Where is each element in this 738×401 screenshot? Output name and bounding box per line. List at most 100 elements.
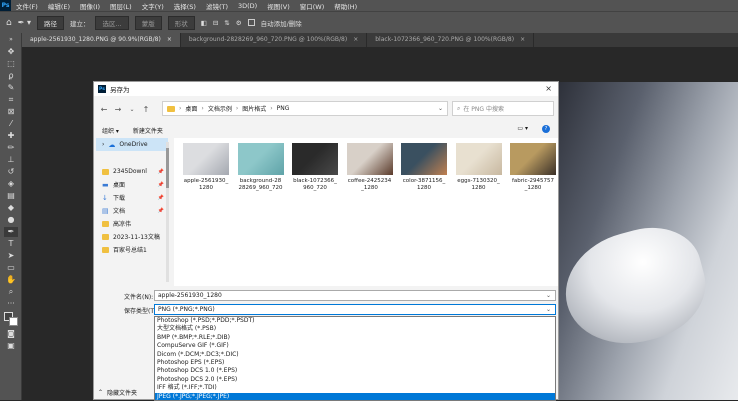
healing-tool-icon[interactable]: ✚ (4, 131, 18, 141)
address-dropdown-icon[interactable]: ⌄ (438, 105, 443, 112)
address-bar[interactable]: › 桌面 › 文档示例 › 图片格式 › PNG ⌄ ↻ (162, 101, 505, 116)
close-icon[interactable]: × (167, 33, 172, 47)
close-icon[interactable]: × (353, 33, 358, 47)
file-item[interactable]: color-3871156_ 1280 (400, 142, 448, 192)
close-icon[interactable]: × (520, 33, 525, 47)
frame-tool-icon[interactable]: ⊠ (4, 107, 18, 117)
eraser-tool-icon[interactable]: ◈ (4, 179, 18, 189)
file-item[interactable]: apple-2561930_ 1280 (182, 142, 230, 192)
path-ops-icon[interactable]: ◧ (201, 19, 207, 27)
tab-apple[interactable]: apple-2561930_1280.PNG @ 90.9%(RGB/8) × (22, 33, 181, 47)
path-select-tool-icon[interactable]: ➤ (4, 251, 18, 261)
file-item[interactable]: fabric-2945757 _1280 (509, 142, 557, 192)
lasso-tool-icon[interactable]: ϼ (4, 71, 18, 81)
breadcrumb-image-formats[interactable]: 图片格式 (242, 104, 266, 113)
path-mode-select[interactable]: 路径 (36, 15, 64, 30)
menu-window[interactable]: 窗口(W) (295, 1, 330, 11)
menu-image[interactable]: 图像(I) (75, 1, 105, 11)
pen-tool-active-icon[interactable]: ✒ (4, 227, 18, 237)
collapse-icon[interactable]: » (4, 35, 18, 45)
back-arrow-icon[interactable]: ← (100, 105, 108, 114)
nav-item[interactable]: 2023-11-13文稿 (96, 230, 168, 243)
type-tool-icon[interactable]: T (4, 239, 18, 249)
nav-scrollbar[interactable] (166, 142, 169, 282)
color-swatches-icon[interactable] (4, 311, 18, 327)
gear-icon[interactable]: ⚙ (236, 19, 242, 27)
help-icon[interactable]: ? (542, 125, 550, 133)
organize-button[interactable]: 组织 ▾ (102, 126, 119, 135)
stamp-tool-icon[interactable]: ⊥ (4, 155, 18, 165)
close-icon[interactable]: × (545, 84, 552, 93)
nav-item[interactable]: 百家号总结1 (96, 243, 168, 256)
menu-help[interactable]: 帮助(H) (329, 1, 362, 11)
eyedropper-tool-icon[interactable]: ⁄ (4, 119, 18, 129)
quick-mask-icon[interactable]: ◙ (4, 329, 18, 339)
file-item[interactable]: eggs-7130320_ 1280 (455, 142, 503, 192)
menu-edit[interactable]: 编辑(E) (43, 1, 75, 11)
hand-tool-icon[interactable]: ✋ (4, 275, 18, 285)
search-input[interactable]: ⌕ 在 PNG 中搜索 (452, 101, 554, 116)
path-arrange-icon[interactable]: ⇅ (224, 19, 229, 27)
filetype-option[interactable]: CompuServe GIF (*.GIF) (155, 342, 555, 350)
filetype-select[interactable]: PNG (*.PNG;*.PNG) ⌄ (154, 304, 556, 315)
home-icon[interactable]: ⌂ (6, 18, 12, 28)
dodge-tool-icon[interactable]: ● (4, 215, 18, 225)
chevron-down-icon[interactable]: ⌄ (546, 305, 551, 314)
document-image[interactable] (553, 82, 738, 400)
mask-button[interactable]: 蒙版 (134, 15, 162, 30)
forward-arrow-icon[interactable]: → (114, 105, 122, 114)
nav-item[interactable]: › ☁ OneDrive (96, 138, 168, 151)
shape-button[interactable]: 形状 (167, 15, 195, 30)
view-options-icon[interactable]: ▭ ▾ (517, 125, 528, 133)
file-item[interactable]: background-28 28269_960_720 (237, 142, 285, 192)
move-tool-icon[interactable]: ✥ (4, 47, 18, 57)
tab-black[interactable]: black-1072366_960_720.PNG @ 100%(RGB/8) × (367, 33, 535, 47)
up-arrow-icon[interactable]: ↑ (142, 105, 150, 114)
menu-file[interactable]: 文件(F) (11, 1, 43, 11)
more-tools-icon[interactable]: ··· (4, 299, 18, 309)
pen-tool-icon[interactable]: ✒ ▾ (18, 18, 31, 27)
history-brush-icon[interactable]: ↺ (4, 167, 18, 177)
expand-chevron-icon[interactable]: › (102, 141, 104, 148)
filetype-option[interactable]: Dicom (*.DCM;*.DC3;*.DIC) (155, 351, 555, 359)
filetype-option[interactable]: Photoshop DCS 2.0 (*.EPS) (155, 376, 555, 384)
selection-button[interactable]: 选区... (95, 15, 129, 30)
hide-folders-toggle[interactable]: ⌃ 隐藏文件夹 (98, 388, 137, 397)
filetype-option[interactable]: Photoshop EPS (*.EPS) (155, 359, 555, 367)
zoom-tool-icon[interactable]: ⌕ (4, 287, 18, 297)
gradient-tool-icon[interactable]: ▤ (4, 191, 18, 201)
file-item[interactable]: black-1072366_ 960_720 (291, 142, 339, 192)
menu-type[interactable]: 文字(Y) (137, 1, 169, 11)
nav-item[interactable]: ▤ 文档 📌 (96, 204, 168, 217)
blur-tool-icon[interactable]: ◆ (4, 203, 18, 213)
chevron-down-icon[interactable]: ⌄ (546, 291, 551, 300)
nav-item[interactable]: ↓ 下载 📌 (96, 191, 168, 204)
nav-item[interactable]: 高凉伟 (96, 217, 168, 230)
breadcrumb-png[interactable]: PNG (277, 105, 290, 112)
recent-chevron-icon[interactable]: ⌄ (128, 106, 136, 113)
tab-background[interactable]: background-2828269_960_720.PNG @ 100%(RG… (181, 33, 368, 47)
filetype-option[interactable]: BMP (*.BMP;*.RLE;*.DIB) (155, 334, 555, 342)
scrollbar-thumb[interactable] (166, 148, 169, 188)
breadcrumb-desktop[interactable]: 桌面 (185, 104, 197, 113)
filetype-option[interactable]: Photoshop DCS 1.0 (*.EPS) (155, 367, 555, 375)
screen-mode-icon[interactable]: ▣ (4, 341, 18, 351)
auto-add-delete-checkbox[interactable] (247, 19, 255, 26)
new-folder-button[interactable]: 新建文件夹 (133, 126, 163, 135)
crop-tool-icon[interactable]: ⌗ (4, 95, 18, 105)
filetype-option[interactable]: IFF 格式 (*.IFF;*.TDI) (155, 384, 555, 392)
menu-view[interactable]: 视图(V) (262, 1, 295, 11)
filename-input[interactable]: apple-2561930_1280 ⌄ (154, 290, 556, 301)
filetype-option[interactable]: 大型文档格式 (*.PSB) (155, 325, 555, 333)
brush-tool-icon[interactable]: ✏ (4, 143, 18, 153)
file-item[interactable]: coffee-2425234 _1280 (346, 142, 394, 192)
marquee-tool-icon[interactable]: ⬚ (4, 59, 18, 69)
path-align-icon[interactable]: ⊟ (213, 19, 218, 27)
menu-layer[interactable]: 图层(L) (105, 1, 137, 11)
nav-item[interactable]: ▬ 桌面 📌 (96, 178, 168, 191)
quick-select-tool-icon[interactable]: ✎ (4, 83, 18, 93)
breadcrumb-doc-examples[interactable]: 文档示例 (208, 104, 232, 113)
menu-3d[interactable]: 3D(D) (233, 2, 262, 10)
nav-item[interactable]: 2345Downl 📌 (96, 165, 168, 178)
menu-select[interactable]: 选择(S) (169, 1, 201, 11)
